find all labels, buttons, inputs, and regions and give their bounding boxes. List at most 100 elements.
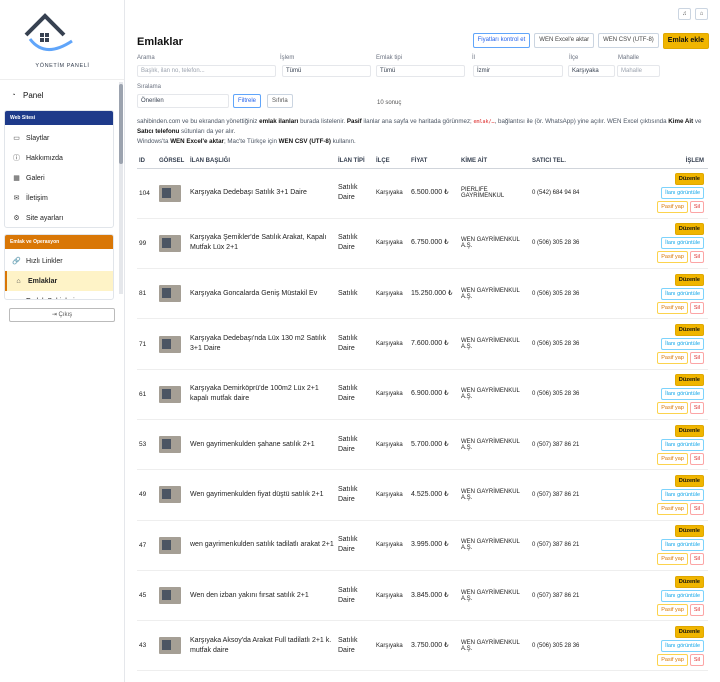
sidebar-scrollbar[interactable] xyxy=(119,82,123,294)
edit-button[interactable]: Düzenle xyxy=(674,474,704,487)
view-listing-button[interactable]: İlanı görüntüle xyxy=(661,237,704,250)
view-listing-button[interactable]: İlanı görüntüle xyxy=(661,539,704,552)
view-listing-button[interactable]: İlanı görüntüle xyxy=(661,187,704,200)
delete-button[interactable]: Sil xyxy=(689,402,704,415)
listing-price: 6.900.000 ₺ xyxy=(409,369,459,420)
sidebar-item-emlaklar[interactable]: ⌂ Emlaklar xyxy=(5,271,113,291)
table-row: 81 Karşıyaka Goncalarda Geniş Müstakil Ev… xyxy=(137,268,708,320)
listing-price: 3.995.000 ₺ xyxy=(409,520,459,571)
csv-export-button[interactable]: WEN CSV (UTF-8) xyxy=(598,33,659,48)
delete-button[interactable]: Sil xyxy=(689,553,704,566)
property-type-select[interactable]: Tümü xyxy=(376,65,465,77)
deactivate-button[interactable]: Pasif yap xyxy=(657,251,688,264)
view-listing-button[interactable]: İlanı görüntüle xyxy=(661,639,704,652)
listing-thumbnail xyxy=(157,469,188,521)
edit-button[interactable]: Düzenle xyxy=(674,173,704,186)
listing-image[interactable] xyxy=(159,234,181,252)
edit-button[interactable]: Düzenle xyxy=(674,525,704,538)
search-input[interactable]: Başlık, ilan no, telefon... xyxy=(137,65,276,77)
listing-district: Karşıyaka xyxy=(374,318,409,370)
deactivate-button[interactable]: Pasif yap xyxy=(657,452,688,465)
gallery-icon: ▦ xyxy=(13,175,20,182)
view-listing-button[interactable]: İlanı görüntüle xyxy=(661,388,704,401)
view-listing-button[interactable]: İlanı görüntüle xyxy=(661,589,704,602)
delete-button[interactable]: Sil xyxy=(689,352,704,365)
sidebar-item-label: Galeri xyxy=(26,174,45,182)
listing-image[interactable] xyxy=(159,285,181,303)
sidebar-item-hakk-m-zda[interactable]: ⓘ Hakkımızda xyxy=(5,148,113,168)
sidebar-item-panel[interactable]: ◔ Panel xyxy=(9,91,43,100)
listing-image[interactable] xyxy=(159,184,181,202)
neighborhood-select[interactable]: Mahalle xyxy=(617,65,660,77)
view-listing-button[interactable]: İlanı görüntüle xyxy=(661,438,704,451)
delete-button[interactable]: Sil xyxy=(689,603,704,616)
column-header: SATICI TEL. xyxy=(530,155,590,169)
deactivate-button[interactable]: Pasif yap xyxy=(657,352,688,365)
excel-export-button[interactable]: WEN Excel'e aktar xyxy=(534,33,595,48)
deactivate-button[interactable]: Pasif yap xyxy=(657,502,688,515)
listing-type: Satılık Daire xyxy=(336,469,374,521)
sidebar-item-h-zl-linkler[interactable]: 🔗 Hızlı Linkler xyxy=(5,251,113,271)
reset-button[interactable]: Sıfırla xyxy=(267,94,293,108)
listing-actions: Düzenle İlanı görüntüle Pasif yap Sil xyxy=(590,318,708,370)
listing-thumbnail xyxy=(157,168,188,219)
listing-image[interactable] xyxy=(159,436,181,454)
table-row: 61 Karşıyaka Demirköprü'de 100m2 Lüx 2+1 … xyxy=(137,369,708,420)
listing-owner: WEN GAYRİMENKUL A.Ş. xyxy=(459,570,530,622)
delete-button[interactable]: Sil xyxy=(689,201,704,214)
deactivate-button[interactable]: Pasif yap xyxy=(657,301,688,314)
deactivate-button[interactable]: Pasif yap xyxy=(657,653,688,666)
sidebar-item-galeri[interactable]: ▦ Galeri xyxy=(5,168,113,188)
column-header: İŞLEM xyxy=(590,155,708,169)
sort-select[interactable]: Önerilen xyxy=(137,94,229,108)
sidebar-item-site-ayarlar-[interactable]: ⚙ Site ayarları xyxy=(5,208,113,227)
edit-button[interactable]: Düzenle xyxy=(674,625,704,638)
view-listing-button[interactable]: İlanı görüntüle xyxy=(661,287,704,300)
city-select[interactable]: İzmir xyxy=(473,65,563,77)
filter-button[interactable]: Filtrele xyxy=(233,94,262,108)
listing-price: 3.845.000 ₺ xyxy=(409,570,459,622)
sidebar-item-i-leti-im[interactable]: ✉ İletişim xyxy=(5,188,113,208)
sidebar-item-label: Panel xyxy=(23,91,44,100)
edit-button[interactable]: Düzenle xyxy=(674,324,704,337)
check-prices-button[interactable]: Fiyatları kontrol et xyxy=(472,33,531,48)
delete-button[interactable]: Sil xyxy=(689,452,704,465)
add-listing-button[interactable]: Emlak ekle xyxy=(662,33,709,49)
column-header: GÖRSEL xyxy=(157,155,188,169)
listing-image[interactable] xyxy=(159,385,181,403)
sidebar-item-slaytlar[interactable]: ▭ Slaytlar xyxy=(5,128,113,148)
delete-button[interactable]: Sil xyxy=(689,301,704,314)
bell-icon[interactable]: ♫ xyxy=(678,8,691,20)
deactivate-button[interactable]: Pasif yap xyxy=(657,603,688,616)
edit-button[interactable]: Düzenle xyxy=(674,575,704,588)
view-listing-button[interactable]: İlanı görüntüle xyxy=(661,488,704,501)
delete-button[interactable]: Sil xyxy=(689,502,704,515)
edit-button[interactable]: Düzenle xyxy=(674,273,704,286)
listing-actions: Düzenle İlanı görüntüle Pasif yap Sil xyxy=(590,369,708,420)
listing-type: Satılık xyxy=(336,268,374,320)
logo[interactable]: YÖNETİM PANELİ xyxy=(0,0,124,80)
deactivate-button[interactable]: Pasif yap xyxy=(657,402,688,415)
deactivate-button[interactable]: Pasif yap xyxy=(657,201,688,214)
edit-button[interactable]: Düzenle xyxy=(674,424,704,437)
district-select[interactable]: Karşıyaka xyxy=(568,65,615,77)
delete-button[interactable]: Sil xyxy=(689,653,704,666)
edit-button[interactable]: Düzenle xyxy=(674,223,704,236)
logout-button[interactable]: ⇥ Çıkış xyxy=(9,308,115,322)
link-icon: 🔗 xyxy=(12,258,21,265)
listing-actions: Düzenle İlanı görüntüle Pasif yap Sil xyxy=(590,620,708,672)
view-listing-button[interactable]: İlanı görüntüle xyxy=(661,338,704,351)
listing-image[interactable] xyxy=(159,637,181,655)
home-icon[interactable]: ⌂ xyxy=(695,8,708,20)
listing-image[interactable] xyxy=(159,587,181,605)
listing-image[interactable] xyxy=(159,335,181,353)
sidebar-item-emlak-sahipleri[interactable]: ☺ Emlak Sahipleri xyxy=(5,291,113,300)
edit-button[interactable]: Düzenle xyxy=(674,374,704,387)
listing-thumbnail xyxy=(157,520,188,571)
listing-type-select[interactable]: Tümü xyxy=(282,65,371,77)
listing-image[interactable] xyxy=(159,536,181,554)
deactivate-button[interactable]: Pasif yap xyxy=(657,553,688,566)
listing-image[interactable] xyxy=(159,486,181,504)
users-icon: ☺ xyxy=(12,298,21,300)
delete-button[interactable]: Sil xyxy=(689,251,704,264)
